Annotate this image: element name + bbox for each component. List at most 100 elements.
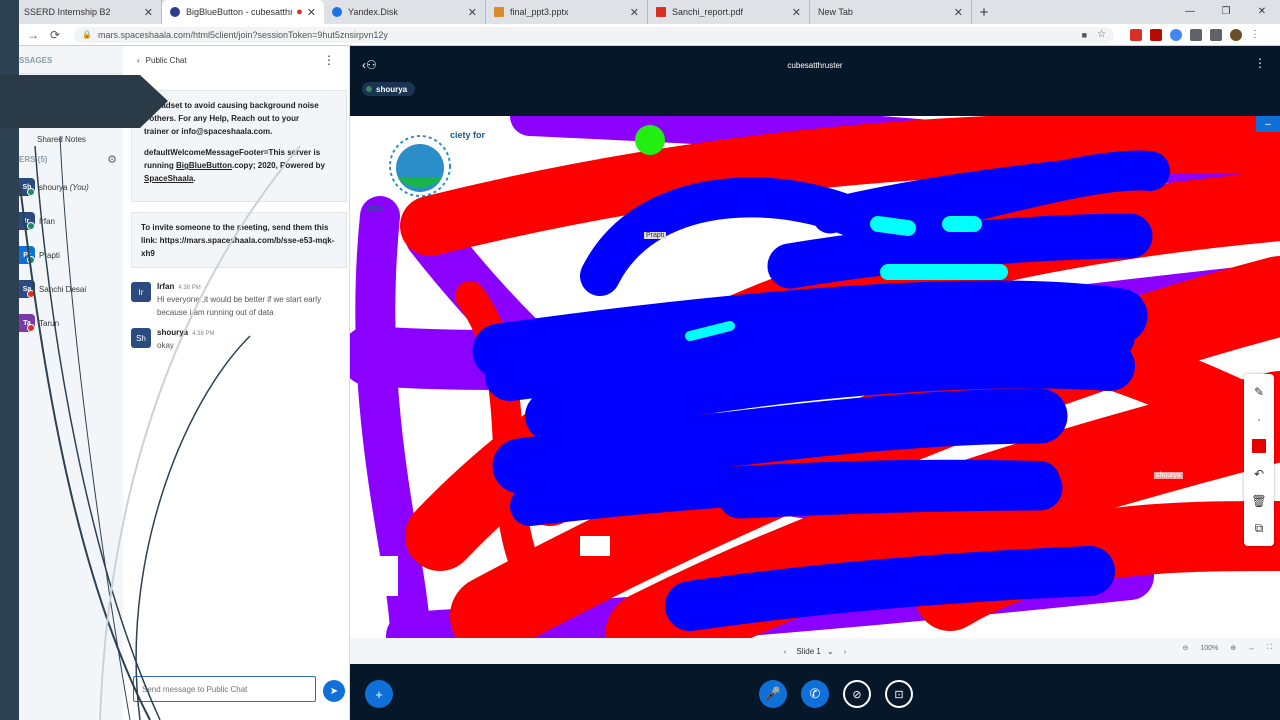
leave-audio-button[interactable]: ✆	[801, 680, 829, 708]
menu-icon[interactable]: ⋮	[1250, 29, 1260, 41]
next-slide-button[interactable]: ›	[844, 647, 847, 656]
puzzle-icon[interactable]	[1210, 28, 1222, 41]
send-button[interactable]: ➤	[323, 680, 345, 702]
close-icon[interactable]: ✕	[468, 6, 477, 19]
mute-button[interactable]: 🎤	[759, 680, 787, 708]
message-body: shourya 4:38 PM okay	[157, 328, 214, 352]
user-item[interactable]: Ir Irfan	[19, 204, 123, 238]
close-icon[interactable]: ✕	[307, 6, 316, 19]
star-icon[interactable]: ☆	[1097, 29, 1106, 40]
chat-header: ‹ Public Chat ⋮	[123, 46, 349, 74]
close-icon[interactable]: ✕	[630, 6, 639, 19]
chat-options-icon[interactable]: ⋮	[323, 53, 335, 67]
tab-new-tab[interactable]: New Tab ✕	[810, 0, 972, 24]
avatar: Ir	[131, 282, 151, 302]
talking-indicator: shourya	[362, 82, 416, 96]
tab-favicon-icon	[494, 7, 504, 17]
zoom-in-icon[interactable]: ⊕	[1230, 644, 1236, 652]
tab-label: BigBlueButton - cubesatthru	[186, 7, 293, 17]
chevron-down-icon: ⌄	[826, 646, 834, 656]
previous-slide-button[interactable]: ‹	[784, 647, 787, 656]
shared-notes-item[interactable]: Shared Notes	[19, 132, 123, 148]
close-icon[interactable]: ✕	[954, 6, 963, 19]
pencil-icon[interactable]: ✎	[1254, 385, 1264, 399]
tab-sanchi-report[interactable]: Sanchi_report.pdf ✕	[648, 0, 810, 24]
restore-icon[interactable]: ❐	[1208, 0, 1244, 22]
chat-message: Ir Irfan 4:38 PM Hi everyone ,it would be…	[131, 282, 346, 319]
message-body: Irfan 4:38 PM Hi everyone ,it would be be…	[157, 282, 346, 319]
messages-section-label: SSAGES	[19, 46, 123, 74]
user-name: shourya (You)	[39, 182, 89, 192]
chat-message-input[interactable]	[133, 676, 316, 702]
user-item[interactable]: Ta Tarun	[19, 306, 123, 340]
tab-favicon-icon	[170, 7, 180, 17]
user-item[interactable]: Sh shourya (You)	[19, 170, 123, 204]
url-field[interactable]: 🔒 mars.spaceshaala.com/html5client/join?…	[74, 26, 1114, 43]
welcome-footer: defaultWelcomeMessageFooter=This server …	[144, 146, 337, 185]
window-controls: — ❐ ✕	[1172, 0, 1280, 24]
tab-bigbluebutton[interactable]: BigBlueButton - cubesatthru ● ✕	[162, 0, 324, 24]
tab-sserd[interactable]: SSERD Internship B2 ✕	[0, 0, 162, 24]
mic-status-icon	[27, 188, 35, 196]
extension-icon[interactable]	[1130, 28, 1142, 41]
tab-label: SSERD Internship B2	[24, 7, 111, 17]
chat-title: Public Chat	[145, 55, 187, 65]
whiteboard-slide[interactable]: Prapti shourya EDU ciety for – ✎ · ↶ 🗑 ⧉	[350, 116, 1280, 638]
fullscreen-icon[interactable]: ⛶	[1267, 644, 1272, 652]
share-screen-button[interactable]: ⊡	[885, 680, 913, 708]
reload-icon[interactable]: ⟳	[44, 28, 66, 42]
zoom-out-icon[interactable]: ⊖	[1182, 644, 1188, 652]
options-icon[interactable]: ⋮	[1254, 56, 1266, 70]
tab-label: Yandex.Disk	[348, 7, 398, 17]
close-icon[interactable]: ✕	[792, 6, 801, 19]
share-webcam-button[interactable]: ⊘	[843, 680, 871, 708]
spaceshaala-link[interactable]: SpaceShaala	[144, 174, 193, 183]
user-item[interactable]: Pr Prapti	[19, 238, 123, 272]
new-tab-button[interactable]: +	[972, 0, 996, 24]
tab-final-ppt[interactable]: final_ppt3.pptx ✕	[486, 0, 648, 24]
zoom-level: 100%	[1200, 644, 1219, 652]
fit-width-icon[interactable]: ↔	[1248, 645, 1255, 652]
actions-button[interactable]: +	[365, 680, 393, 708]
gear-icon[interactable]: ⚙	[107, 153, 117, 166]
camera-icon[interactable]: ■	[1082, 30, 1087, 40]
user-item[interactable]: Sa Sanchi Desai	[19, 272, 123, 306]
video-off-icon: ⊘	[852, 688, 862, 701]
close-icon[interactable]: ✕	[144, 6, 153, 19]
chat-message: Sh shourya 4:38 PM okay	[131, 328, 346, 352]
profile-avatar[interactable]	[1230, 28, 1242, 41]
tab-yandex-disk[interactable]: Yandex.Disk ✕	[324, 0, 486, 24]
close-window-icon[interactable]: ✕	[1244, 0, 1280, 22]
multi-user-icon[interactable]: ⧉	[1255, 521, 1264, 535]
browser-tab-bar: SSERD Internship B2 ✕ BigBlueButton - cu…	[0, 0, 1280, 24]
forward-icon[interactable]: →	[22, 28, 44, 42]
minimize-icon[interactable]: —	[1172, 0, 1208, 22]
user-name: Sanchi Desai	[39, 284, 87, 294]
bigbluebutton-link[interactable]: BigBlueButton	[176, 161, 232, 170]
footer-text: .	[193, 174, 196, 183]
back-button[interactable]: ‹ Public Chat	[137, 56, 187, 65]
extension-icon[interactable]	[1170, 28, 1182, 41]
cursor-label-prapti: Prapti	[644, 232, 667, 239]
slide-controls: ‹ Slide 1 ⌄ › ⊖ 100% ⊕ ↔ ⛶	[350, 638, 1280, 664]
cursor-label-shourya: shourya	[1154, 472, 1183, 479]
mic-status-icon	[27, 256, 35, 264]
color-picker[interactable]	[1252, 439, 1266, 454]
slide-logo-text: EDU	[368, 206, 383, 213]
url-text: mars.spaceshaala.com/html5client/join?se…	[97, 29, 388, 40]
tab-favicon-icon	[656, 7, 666, 17]
chevron-left-icon: ‹	[137, 55, 140, 65]
undo-icon[interactable]: ↶	[1254, 467, 1264, 481]
whiteboard-toolbar: ✎ · ↶ 🗑 ⧉	[1244, 374, 1274, 546]
tab-label: Sanchi_report.pdf	[672, 7, 744, 17]
action-bar: + 🎤 ✆ ⊘ ⊡	[350, 664, 1280, 720]
trash-icon[interactable]: 🗑	[1251, 494, 1266, 508]
extension-icon[interactable]	[1190, 28, 1202, 41]
slide-logo-text: ciety for	[450, 130, 486, 140]
pdf-extension-icon[interactable]	[1150, 28, 1162, 41]
slide-selector[interactable]: Slide 1	[796, 647, 820, 656]
minimize-presentation-button[interactable]: –	[1256, 116, 1280, 132]
stroke-size-icon[interactable]: ·	[1257, 412, 1261, 426]
users-section-label: ERS (5)	[19, 154, 48, 164]
user-list-toggle-icon[interactable]: ‹⚇	[362, 58, 377, 72]
